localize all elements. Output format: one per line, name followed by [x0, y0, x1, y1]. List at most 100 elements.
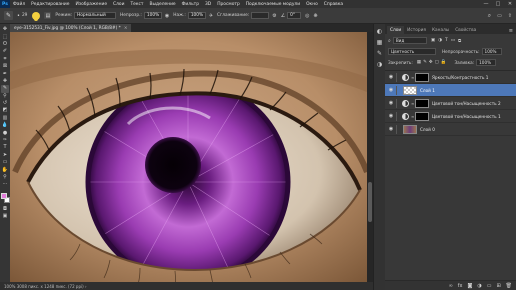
- airbrush-icon[interactable]: ✈: [209, 13, 213, 19]
- link-layers-icon[interactable]: ∞: [449, 283, 453, 289]
- filter-type-icon[interactable]: T: [445, 38, 448, 43]
- add-mask-icon[interactable]: ◙: [467, 283, 472, 289]
- screen-mode-icon[interactable]: ▣: [1, 213, 9, 220]
- layer-row[interactable]: ◉ Слой 0: [385, 123, 516, 136]
- zoom-tool-icon[interactable]: ⚲: [1, 174, 9, 181]
- share-icon[interactable]: ⇪: [508, 13, 512, 19]
- clone-stamp-tool-icon[interactable]: ⚲: [1, 93, 9, 100]
- pressure-size-icon[interactable]: ◎: [305, 13, 309, 19]
- visibility-eye-icon[interactable]: ◉: [387, 113, 395, 119]
- brush-tool-icon[interactable]: ✎: [1, 85, 9, 93]
- new-adjustment-icon[interactable]: ◑: [477, 283, 481, 289]
- new-layer-icon[interactable]: ⊞: [496, 283, 500, 289]
- menu-item[interactable]: Окно: [303, 2, 321, 7]
- swatches-panel-icon[interactable]: ▦: [375, 38, 384, 47]
- menu-item[interactable]: Просмотр: [214, 2, 243, 7]
- visibility-eye-icon[interactable]: ◉: [387, 74, 395, 80]
- brush-settings-icon[interactable]: ▤: [44, 12, 52, 19]
- filter-shape-icon[interactable]: ▭: [451, 38, 455, 43]
- menu-item[interactable]: Изображение: [72, 2, 110, 7]
- brush-panel-icon[interactable]: ✎: [375, 49, 384, 58]
- visibility-eye-icon[interactable]: ◉: [387, 100, 395, 106]
- fill-field[interactable]: 100%: [476, 59, 497, 66]
- visibility-eye-icon[interactable]: ◉: [387, 87, 395, 93]
- smoothing-field[interactable]: [251, 12, 270, 19]
- quick-select-tool-icon[interactable]: ✐: [1, 48, 9, 55]
- tab-layers[interactable]: Слои: [387, 26, 405, 34]
- menu-item[interactable]: Подключаемые модули: [243, 2, 303, 7]
- layer-row[interactable]: ◉ ∞ Цветовой тон/Насыщенность 2: [385, 97, 516, 110]
- workspace-icon[interactable]: ▭: [497, 13, 502, 19]
- canvas[interactable]: [10, 32, 367, 282]
- brush-size-picker[interactable]: • 29: [17, 13, 29, 19]
- move-tool-icon[interactable]: ✥: [1, 26, 9, 33]
- lasso-tool-icon[interactable]: ʘ: [1, 41, 9, 48]
- search-icon[interactable]: ⌕: [488, 12, 491, 20]
- new-group-icon[interactable]: ▭: [487, 283, 492, 289]
- pressure-opacity-icon[interactable]: ◉: [165, 13, 169, 19]
- layer-row-selected[interactable]: ◉ Слой 1: [385, 84, 516, 97]
- menu-item[interactable]: 3D: [202, 2, 214, 7]
- menu-item[interactable]: Выделение: [146, 2, 178, 7]
- quick-mask-icon[interactable]: ◘: [1, 206, 9, 213]
- crop-tool-icon[interactable]: ⌗: [1, 56, 9, 63]
- layer-mask-thumbnail[interactable]: [415, 98, 429, 108]
- menu-item[interactable]: Фильтр: [179, 2, 202, 7]
- visibility-eye-icon[interactable]: ◉: [387, 126, 395, 132]
- filter-smart-icon[interactable]: ⧉: [458, 38, 461, 44]
- type-tool-icon[interactable]: T: [1, 144, 9, 151]
- adjustments-panel-icon[interactable]: ◑: [375, 60, 384, 69]
- opacity-field[interactable]: 100%: [143, 12, 162, 19]
- tab-properties[interactable]: Свойства: [452, 26, 479, 34]
- minimize-button[interactable]: —: [480, 0, 492, 8]
- blend-mode-select[interactable]: Цветность: [388, 48, 436, 55]
- lock-image-icon[interactable]: ✎: [423, 60, 427, 65]
- pressure-field[interactable]: 100%: [187, 12, 206, 19]
- healing-brush-tool-icon[interactable]: ✚: [1, 78, 9, 85]
- tab-channels[interactable]: Каналы: [429, 26, 452, 34]
- eyedropper-tool-icon[interactable]: ✒: [1, 70, 9, 77]
- layer-mask-thumbnail[interactable]: [415, 111, 429, 121]
- lock-transparent-icon[interactable]: ▦: [417, 60, 421, 65]
- eraser-tool-icon[interactable]: ◩: [1, 107, 9, 114]
- delete-layer-icon[interactable]: 🗑: [506, 283, 512, 289]
- document-tab[interactable]: eye-3152531_Fiv.jpg @ 100% (Слой 1, RGB/…: [10, 24, 132, 32]
- shape-tool-icon[interactable]: ▭: [1, 159, 9, 166]
- marquee-tool-icon[interactable]: ⬚: [1, 33, 9, 40]
- angle-field[interactable]: 0°: [287, 12, 302, 19]
- layer-opacity-field[interactable]: 100%: [481, 48, 502, 55]
- frame-tool-icon[interactable]: ⊠: [1, 63, 9, 70]
- filter-pixel-icon[interactable]: ▣: [431, 38, 435, 43]
- lock-all-icon[interactable]: 🔒: [441, 60, 447, 65]
- layer-mask-thumbnail[interactable]: [415, 72, 429, 82]
- pen-tool-icon[interactable]: ✑: [1, 137, 9, 144]
- more-tools-icon[interactable]: ⋯: [1, 181, 9, 188]
- menu-item[interactable]: Файл: [10, 2, 28, 7]
- lock-position-icon[interactable]: ✥: [429, 60, 433, 65]
- brush-tool-preset-icon[interactable]: ✎: [4, 11, 13, 20]
- layer-row[interactable]: ◉ ∞ Цветовой тон/Насыщенность 1: [385, 110, 516, 123]
- menu-item[interactable]: Редактирование: [28, 2, 72, 7]
- lock-artboard-icon[interactable]: ▢: [435, 60, 439, 65]
- menu-item[interactable]: Слои: [110, 2, 127, 7]
- filter-adjust-icon[interactable]: ◑: [438, 38, 442, 43]
- history-brush-tool-icon[interactable]: ↺: [1, 100, 9, 107]
- tab-history[interactable]: История: [404, 26, 429, 34]
- menu-item[interactable]: Справка: [321, 2, 346, 7]
- layer-style-icon[interactable]: fx: [458, 283, 463, 289]
- symmetry-icon[interactable]: ❋: [314, 13, 318, 19]
- hand-tool-icon[interactable]: ✋: [1, 166, 9, 173]
- color-panel-icon[interactable]: ◐: [375, 27, 384, 36]
- blur-tool-icon[interactable]: 💧: [1, 122, 9, 129]
- gradient-tool-icon[interactable]: ▥: [1, 115, 9, 122]
- layer-filter-select[interactable]: Вид: [392, 37, 427, 44]
- close-tab-icon[interactable]: ×: [124, 26, 128, 31]
- foreground-color-swatch[interactable]: [0, 192, 7, 199]
- maximize-button[interactable]: □: [492, 0, 504, 8]
- mode-select[interactable]: Нормальный: [74, 12, 117, 19]
- menu-item[interactable]: Текст: [127, 2, 146, 7]
- smoothing-options-icon[interactable]: ⚙: [272, 13, 276, 19]
- close-window-button[interactable]: ✕: [504, 0, 516, 8]
- dodge-tool-icon[interactable]: ●: [1, 129, 9, 136]
- scrollbar-thumb[interactable]: [368, 182, 372, 222]
